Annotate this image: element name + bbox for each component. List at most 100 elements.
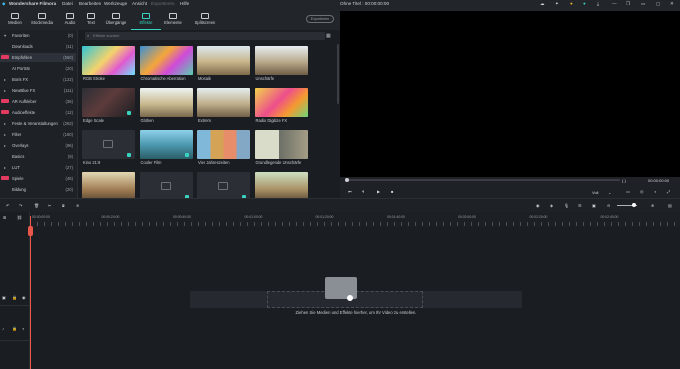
menu-hilfe[interactable]: Hilfe: [180, 1, 189, 6]
mark-in-out[interactable]: { }: [622, 178, 626, 183]
effect-card[interactable]: Radio Digitize FX: [254, 88, 308, 128]
fullscreen-icon[interactable]: ⤢: [667, 189, 670, 194]
previous-frame-icon[interactable]: ⏮: [348, 189, 352, 194]
sidebar-item[interactable]: ▸ Boris FX (122): [0, 75, 76, 84]
sidebar-item[interactable]: Bildung (20): [0, 185, 76, 194]
ruler-tick: [86, 222, 87, 226]
tab-elemente[interactable]: Elemente: [158, 12, 188, 30]
progress-handle[interactable]: [345, 178, 349, 182]
effect-card[interactable]: Grundlegende Unschärfe: [254, 130, 308, 170]
cloud-icon[interactable]: ☁: [540, 1, 545, 7]
redo-icon[interactable]: ↷: [19, 203, 22, 208]
sidebar-item[interactable]: Empfohlen (550): [0, 53, 76, 62]
sidebar-item[interactable]: ▸ LUT (27): [0, 163, 76, 172]
ruler-tick: [282, 222, 283, 226]
delete-icon[interactable]: 🗑: [34, 203, 39, 208]
preview-player[interactable]: [340, 11, 680, 177]
window-icon[interactable]: ▭: [641, 1, 645, 7]
zoom-out-icon[interactable]: ⊖: [607, 203, 610, 208]
sidebar-item[interactable]: Spiele (46): [0, 174, 76, 183]
sidebar-item[interactable]: AI Porträt (20): [0, 64, 76, 73]
sidebar-item[interactable]: Audioeffekte (12): [0, 108, 76, 117]
render-icon[interactable]: ◉: [536, 203, 540, 208]
undo-icon[interactable]: ↶: [6, 203, 9, 208]
restore-icon[interactable]: ❐: [626, 1, 630, 7]
eye-icon[interactable]: ◉: [22, 295, 26, 300]
step-back-icon[interactable]: ⏴: [362, 189, 364, 194]
quality-select[interactable]: Voll: [592, 190, 598, 195]
fit-icon[interactable]: ▤: [668, 203, 672, 208]
effect-card[interactable]: Vier Jahreszeiten: [197, 130, 250, 170]
timeline-ruler[interactable]: 00:00:00:00 00:00:20:00 00:00:40:00 00:01:0…: [30, 212, 680, 227]
sidebar-item[interactable]: ♥ Favoriten (0): [0, 31, 76, 40]
grid-scrollbar[interactable]: [337, 44, 339, 104]
quality-chevron-icon[interactable]: ⌄: [608, 190, 611, 195]
notification-icon[interactable]: ●: [570, 1, 573, 6]
search-input[interactable]: ⌕ Effekte suchen: [85, 32, 325, 40]
playhead[interactable]: [30, 216, 31, 369]
effect-card[interactable]: Cooler Film: [139, 130, 193, 170]
sidebar-item[interactable]: ▸ Filter (180): [0, 130, 76, 139]
close-icon[interactable]: ✕: [670, 1, 674, 7]
account-icon[interactable]: ●: [583, 1, 586, 6]
menu-bearbeiten[interactable]: Bearbeiten: [79, 1, 101, 6]
tab-medien[interactable]: Medien: [0, 12, 30, 30]
zoom-slider-handle[interactable]: [632, 203, 636, 207]
effect-card[interactable]: Kino 21:9: [82, 130, 135, 170]
sidebar-item[interactable]: ▸ NewBlue FX (111): [0, 86, 76, 95]
mixer-icon[interactable]: ☰: [578, 203, 582, 208]
download-icon[interactable]: [127, 153, 131, 157]
sidebar-item[interactable]: ▸ Feste & Veranstaltungen (263): [0, 119, 76, 128]
tab-effekte[interactable]: Effekte: [131, 12, 161, 30]
playback-progress-bar[interactable]: [346, 179, 620, 181]
download-icon[interactable]: ⤓: [597, 1, 599, 6]
crop-icon[interactable]: ⧈: [62, 203, 65, 208]
effect-name: Cooler Film: [140, 160, 162, 165]
link-icon[interactable]: ⛓: [17, 215, 22, 220]
ruler-tick: [660, 222, 661, 226]
tab-stockmedia[interactable]: Stockmedia: [27, 12, 57, 30]
menu-ansicht[interactable]: Ansicht: [132, 1, 147, 6]
new-badge-icon: [1, 99, 9, 103]
speaker-icon[interactable]: ◖: [22, 326, 24, 331]
menu-exportieren[interactable]: Exportieren: [151, 1, 175, 6]
effect-card[interactable]: Chromatische Aberration: [139, 46, 193, 86]
ruler-tick: [625, 222, 626, 226]
lightbulb-icon[interactable]: ✦: [555, 1, 559, 7]
playhead-handle[interactable]: [28, 226, 33, 236]
snapshot-icon[interactable]: ◎: [640, 189, 644, 194]
effect-card[interactable]: Extrem: [197, 88, 250, 128]
sidebar-item[interactable]: Downloads (11): [0, 42, 76, 51]
zoom-in-icon[interactable]: ⊕: [651, 203, 654, 208]
effect-card[interactable]: Edge Scale: [82, 88, 135, 128]
cut-icon[interactable]: ✂: [48, 203, 51, 208]
effect-card[interactable]: Mosaik: [197, 46, 250, 86]
grid-view-icon[interactable]: ▦: [326, 33, 332, 39]
lock-icon[interactable]: 🔒: [12, 295, 17, 300]
sidebar-item[interactable]: Basics (9): [0, 152, 76, 161]
adjust-icon[interactable]: ≋: [76, 203, 79, 208]
screen-icon[interactable]: ▭: [626, 189, 630, 194]
export-button[interactable]: Exportieren: [306, 15, 334, 23]
sidebar-item[interactable]: AR Aufkleber (36): [0, 97, 76, 106]
maximize-icon[interactable]: ▢: [656, 1, 660, 7]
menu-werkzeuge[interactable]: Werkzeuge: [104, 1, 127, 6]
download-icon[interactable]: [184, 153, 189, 157]
tab-uebergaenge[interactable]: Übergänge: [101, 12, 131, 30]
sidebar-item[interactable]: ▸ Overlays (96): [0, 141, 76, 150]
play-icon[interactable]: ▶: [377, 189, 380, 194]
effect-card[interactable]: Glühen: [139, 88, 193, 128]
effect-card[interactable]: RGB Stroke: [82, 46, 135, 86]
download-icon[interactable]: [127, 111, 131, 115]
effect-card[interactable]: Unschärfe: [254, 46, 308, 86]
stop-icon[interactable]: ■: [391, 189, 393, 194]
menu-datei[interactable]: Datei: [62, 1, 73, 6]
snap-icon[interactable]: ▣: [592, 203, 596, 208]
marker-icon[interactable]: ◈: [550, 203, 553, 208]
mic-icon[interactable]: 🎙: [564, 203, 569, 208]
minimize-icon[interactable]: —: [612, 1, 617, 6]
lock-icon[interactable]: 🔒: [12, 326, 17, 331]
add-track-icon[interactable]: ⊞: [3, 215, 6, 220]
tab-splitscreen[interactable]: Splitscreen: [190, 12, 220, 30]
volume-icon[interactable]: ◖: [654, 189, 656, 194]
